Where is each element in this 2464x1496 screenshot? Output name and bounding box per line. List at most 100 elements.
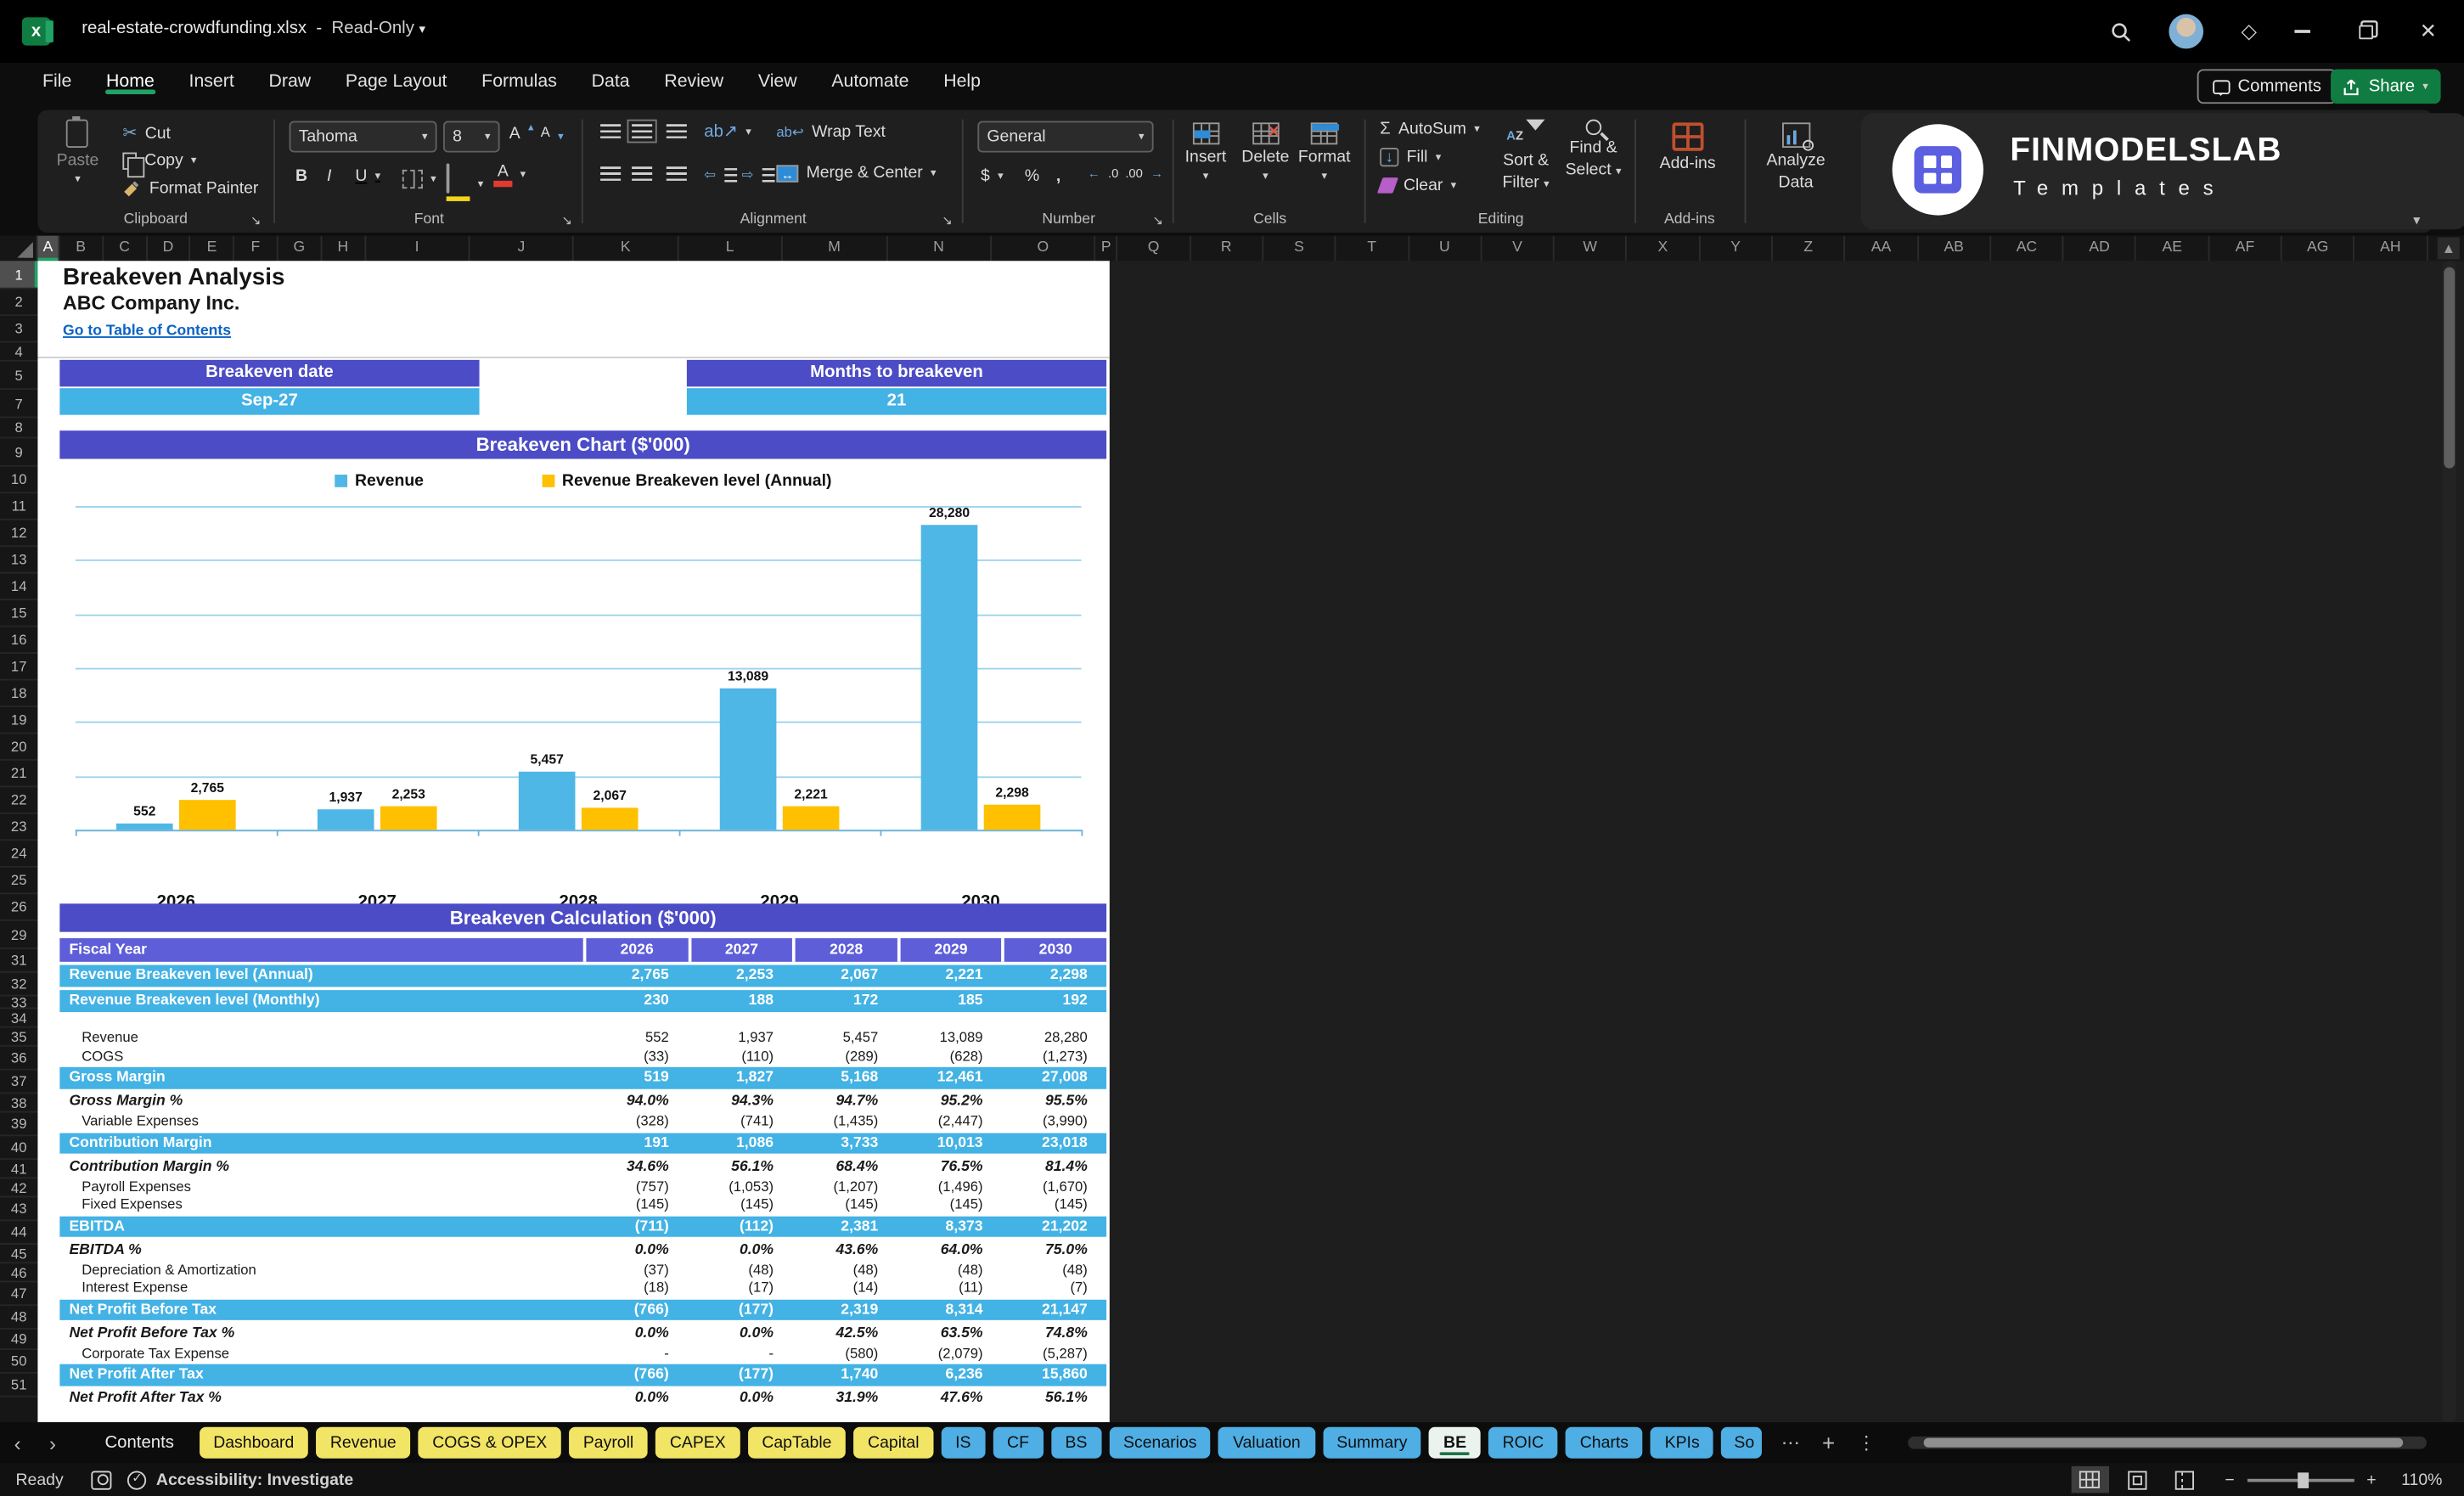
- comments-button[interactable]: Comments: [2197, 69, 2337, 104]
- row-header-32[interactable]: 32: [0, 973, 38, 997]
- page-break-view-button[interactable]: [2165, 1466, 2202, 1493]
- align-top-button[interactable]: [600, 124, 622, 138]
- months-to-breakeven-value[interactable]: 21: [686, 388, 1107, 415]
- sheet-tab-captable[interactable]: CapTable: [747, 1426, 847, 1459]
- sheet-tab-revenue[interactable]: Revenue: [316, 1426, 411, 1459]
- font-dialog-launcher[interactable]: ↘: [561, 214, 571, 228]
- orientation-button[interactable]: ab↗ ▾: [704, 121, 751, 141]
- row-header-11[interactable]: 11: [0, 493, 38, 520]
- row-header-49[interactable]: 49: [0, 1330, 38, 1351]
- clipboard-dialog-launcher[interactable]: ↘: [250, 214, 261, 228]
- ribbon-tab-automate[interactable]: Automate: [818, 63, 923, 98]
- row-header-17[interactable]: 17: [0, 654, 38, 681]
- copy-button[interactable]: Copy ▾: [122, 151, 196, 177]
- row-header-48[interactable]: 48: [0, 1306, 38, 1330]
- table-row-gross-margin-[interactable]: Gross Margin % 94.0% 94.3% 94.7% 95.2% 95.5%: [59, 1091, 1106, 1113]
- sheet-tab-kpis[interactable]: KPIs: [1650, 1426, 1714, 1459]
- column-header-AA[interactable]: AA: [1846, 235, 1919, 262]
- column-header-AC[interactable]: AC: [1991, 235, 2064, 262]
- column-header-AE[interactable]: AE: [2136, 235, 2210, 262]
- table-row-net-profit-after-tax-[interactable]: Net Profit After Tax % 0.0% 0.0% 31.9% 47.6%…: [59, 1387, 1106, 1409]
- italic-button[interactable]: I: [327, 166, 331, 185]
- sheet-tab-is[interactable]: IS: [941, 1426, 986, 1459]
- cut-button[interactable]: ✂ Cut: [122, 122, 171, 143]
- document-title[interactable]: real-estate-crowdfunding.xlsx - Read-Onl…: [82, 19, 425, 37]
- column-header-Z[interactable]: Z: [1773, 235, 1846, 262]
- row-header-33[interactable]: 33: [0, 994, 38, 1010]
- font-name-combo[interactable]: Tahoma ▾: [289, 121, 437, 153]
- sheet-options-icon[interactable]: ⋮: [1846, 1431, 1887, 1454]
- ribbon-tab-formulas[interactable]: Formulas: [468, 63, 571, 98]
- table-row-contribution-margin-[interactable]: Contribution Margin % 34.6% 56.1% 68.4% 76.5…: [59, 1156, 1106, 1178]
- column-header-M[interactable]: M: [783, 235, 887, 262]
- ribbon-tab-view[interactable]: View: [744, 63, 811, 98]
- table-row-net-profit-before-tax[interactable]: Net Profit Before Tax (766) (177) 2,319 8,31…: [59, 1298, 1107, 1320]
- column-header-R[interactable]: R: [1190, 235, 1264, 262]
- sheet-tab-be[interactable]: BE: [1429, 1426, 1481, 1459]
- sheet-tab-payroll[interactable]: Payroll: [569, 1426, 648, 1459]
- clear-button[interactable]: Clear ▾: [1376, 176, 1456, 195]
- table-row-depreciation-amortization[interactable]: Depreciation & Amortization (37) (48) (48) (…: [59, 1261, 1106, 1279]
- close-button[interactable]: ✕: [2408, 13, 2449, 50]
- column-header-S[interactable]: S: [1263, 235, 1336, 262]
- row-header-10[interactable]: 10: [0, 467, 38, 494]
- row-header-29[interactable]: 29: [0, 921, 38, 950]
- minimize-button[interactable]: [2282, 13, 2323, 50]
- row-header-31[interactable]: 31: [0, 949, 38, 973]
- vertical-scrollbar[interactable]: [2442, 261, 2457, 1423]
- row-header-13[interactable]: 13: [0, 547, 38, 574]
- percent-style-button[interactable]: %: [1025, 166, 1039, 185]
- worksheet[interactable]: Breakeven Analysis ABC Company Inc. Go t…: [37, 261, 1110, 1423]
- row-header-3[interactable]: 3: [0, 316, 38, 343]
- column-header-H[interactable]: H: [322, 235, 366, 262]
- row-header-39[interactable]: 39: [0, 1113, 38, 1137]
- row-header-51[interactable]: 51: [0, 1374, 38, 1398]
- column-header-V[interactable]: V: [1482, 235, 1555, 262]
- grow-font-button[interactable]: A ▴: [509, 122, 534, 143]
- ribbon-tab-draw[interactable]: Draw: [255, 63, 325, 98]
- row-header-20[interactable]: 20: [0, 734, 38, 761]
- breakeven-date-value[interactable]: Sep-27: [59, 388, 480, 415]
- row-header-37[interactable]: 37: [0, 1071, 38, 1094]
- row-header-40[interactable]: 40: [0, 1136, 38, 1161]
- table-row-cogs[interactable]: COGS (33) (110) (289) (628) (1,273): [59, 1048, 1106, 1066]
- column-header-C[interactable]: C: [104, 235, 148, 262]
- sheet-tab-scenarios[interactable]: Scenarios: [1109, 1426, 1212, 1459]
- column-header-Q[interactable]: Q: [1118, 235, 1191, 262]
- column-header-W[interactable]: W: [1555, 235, 1628, 262]
- row-header-24[interactable]: 24: [0, 841, 38, 868]
- merge-center-button[interactable]: ↔ Merge & Center ▾: [776, 164, 937, 183]
- horizontal-scrollbar-thumb[interactable]: [1923, 1437, 2404, 1448]
- column-header-T[interactable]: T: [1336, 235, 1409, 262]
- increase-decimal-button[interactable]: ← .0: [1088, 166, 1118, 181]
- column-header-P[interactable]: P: [1096, 235, 1118, 262]
- table-row-corporate-tax-expense[interactable]: Corporate Tax Expense - - (580) (2,079) (5,28…: [59, 1345, 1106, 1363]
- accessibility-status[interactable]: Accessibility: Investigate: [156, 1471, 353, 1489]
- share-button[interactable]: Share ▾: [2331, 69, 2441, 104]
- row-header-12[interactable]: 12: [0, 520, 38, 548]
- row-header-46[interactable]: 46: [0, 1263, 38, 1283]
- breakeven-chart[interactable]: Revenue Revenue Breakeven level (Annual) 5…: [59, 458, 1106, 914]
- restore-button[interactable]: [2345, 13, 2386, 50]
- designer-diamond-icon[interactable]: ◇: [2229, 13, 2270, 50]
- bold-button[interactable]: B: [295, 166, 307, 185]
- table-row-revenue-breakeven-level-annual-[interactable]: Revenue Breakeven level (Annual) 2,765 2,2…: [59, 965, 1107, 987]
- column-header-O[interactable]: O: [992, 235, 1096, 262]
- format-painter-button[interactable]: Format Painter: [122, 179, 258, 198]
- sheet-tab-cf[interactable]: CF: [993, 1426, 1044, 1459]
- row-header-44[interactable]: 44: [0, 1221, 38, 1245]
- table-row-ebitda[interactable]: EBITDA (711) (112) 2,381 8,373 21,202: [59, 1215, 1107, 1237]
- fill-color-button[interactable]: ▾: [446, 163, 483, 201]
- sheet-tab-summary[interactable]: Summary: [1322, 1426, 1422, 1459]
- column-header-AG[interactable]: AG: [2282, 235, 2355, 262]
- table-row-payroll-expenses[interactable]: Payroll Expenses (757) (1,053) (1,207) (1,49…: [59, 1178, 1106, 1195]
- row-headers[interactable]: 1 2 3 4 5 7 8 9 10 11 12 13 14 15 16 17 18 19 20 21 22 23 24 25…: [0, 261, 38, 1423]
- sheet-tab-roic[interactable]: ROIC: [1488, 1426, 1558, 1459]
- row-header-41[interactable]: 41: [0, 1160, 38, 1179]
- table-row-gross-margin[interactable]: Gross Margin 519 1,827 5,168 12,461 27,008: [59, 1066, 1107, 1088]
- macro-record-icon[interactable]: [92, 1470, 113, 1489]
- ribbon-tab-file[interactable]: File: [28, 63, 86, 98]
- zoom-level[interactable]: 110%: [2401, 1471, 2442, 1489]
- column-header-A[interactable]: A: [37, 235, 60, 262]
- addins-button[interactable]: Add-ins: [1660, 122, 1716, 173]
